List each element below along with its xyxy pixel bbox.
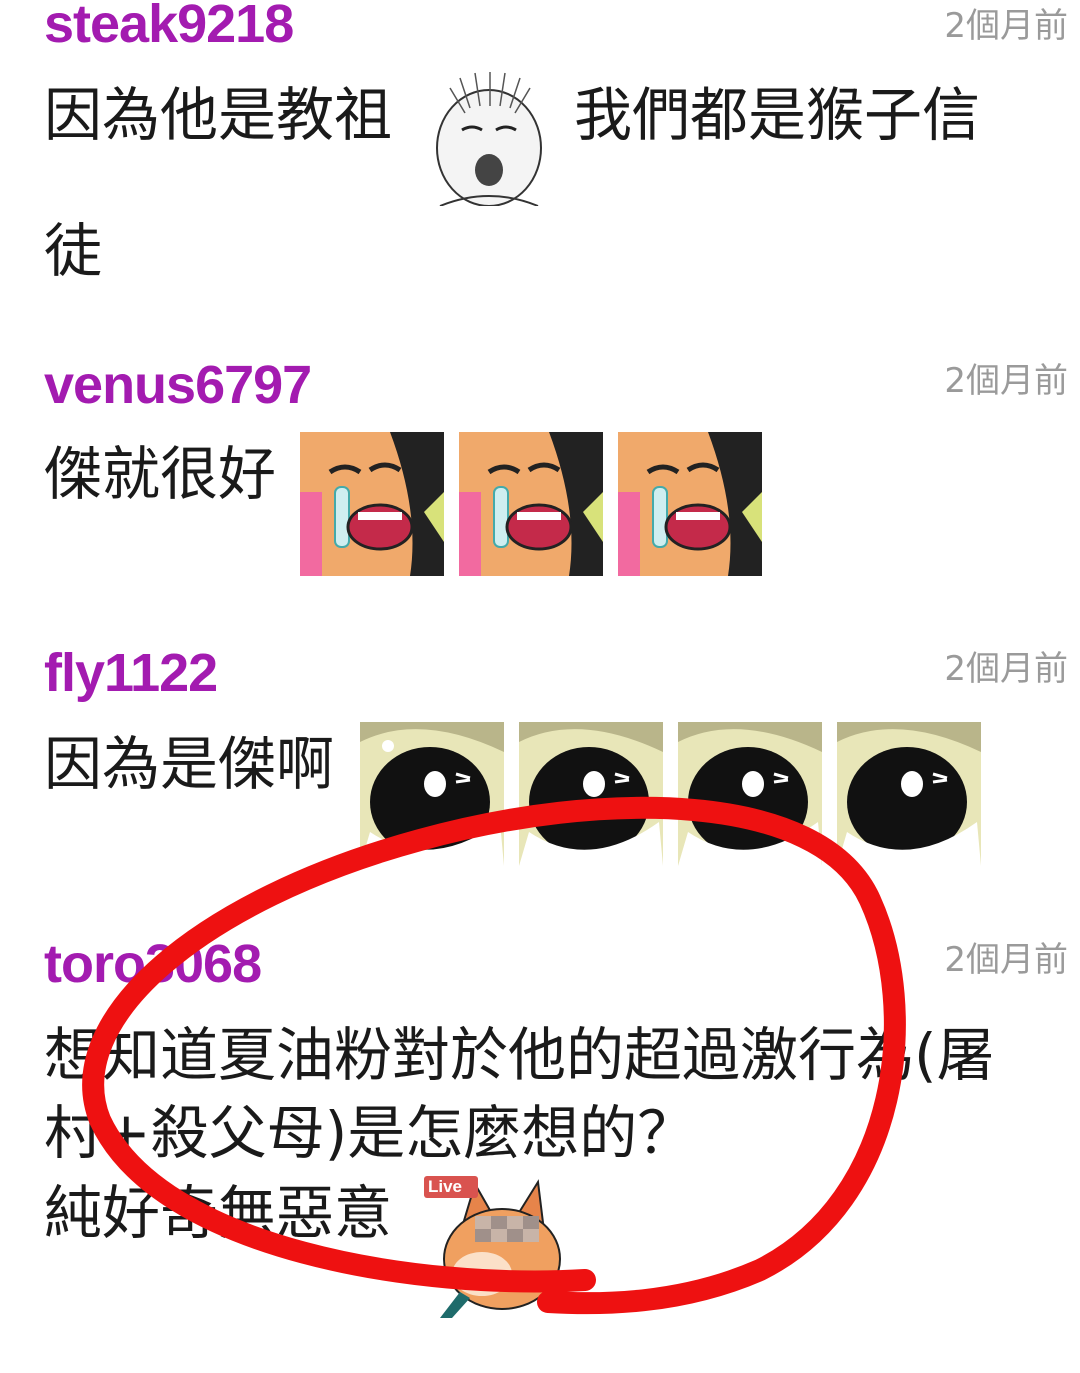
comment-text: 我們都是猴子信 [574, 81, 981, 149]
comment-timestamp: 2個月前 [944, 6, 1068, 46]
comment-text-line: 村+殺父母)是怎麼想的？ [44, 1099, 696, 1167]
crying-fox-icon [300, 432, 444, 576]
comment-text: 因為他是教祖 [44, 81, 393, 149]
crying-fox-icon [459, 432, 603, 576]
shouting-penguin-icon [519, 722, 663, 866]
comment-item: steak9218 2個月前 因為他是教祖 我們都是猴子信 徒 [0, 0, 1080, 330]
comment-text-line: 純好奇無惡意 [44, 1179, 393, 1247]
comment-text: 因為是傑啊 [44, 730, 335, 798]
shouting-penguin-icon [837, 722, 981, 866]
crying-fox-icon [618, 432, 762, 576]
comment-item: fly1122 2個月前 因為是傑啊 [0, 643, 1080, 893]
comment-timestamp: 2個月前 [944, 649, 1068, 689]
live-fox-icon: Live [420, 1174, 570, 1318]
shocked-face-sketch-icon [420, 68, 558, 206]
comment-username[interactable]: steak9218 [44, 0, 294, 54]
comment-item: venus6797 2個月前 傑就很好 [0, 355, 1080, 605]
live-badge: Live [428, 1177, 463, 1196]
shouting-penguin-icon [360, 722, 504, 866]
comment-text-line: 想知道夏油粉對於他的超過激行為(屠 [44, 1021, 995, 1089]
comment-username[interactable]: venus6797 [44, 355, 312, 415]
comment-text: 徒 [44, 217, 103, 285]
comment-text: 傑就很好 [44, 440, 277, 508]
comment-username[interactable]: toro3068 [44, 934, 262, 994]
comment-username[interactable]: fly1122 [44, 643, 218, 703]
comment-item: toro3068 2個月前 想知道夏油粉對於他的超過激行為(屠 村+殺父母)是怎… [0, 934, 1080, 1334]
comment-timestamp: 2個月前 [944, 361, 1068, 401]
comment-timestamp: 2個月前 [944, 940, 1068, 980]
shouting-penguin-icon [678, 722, 822, 866]
